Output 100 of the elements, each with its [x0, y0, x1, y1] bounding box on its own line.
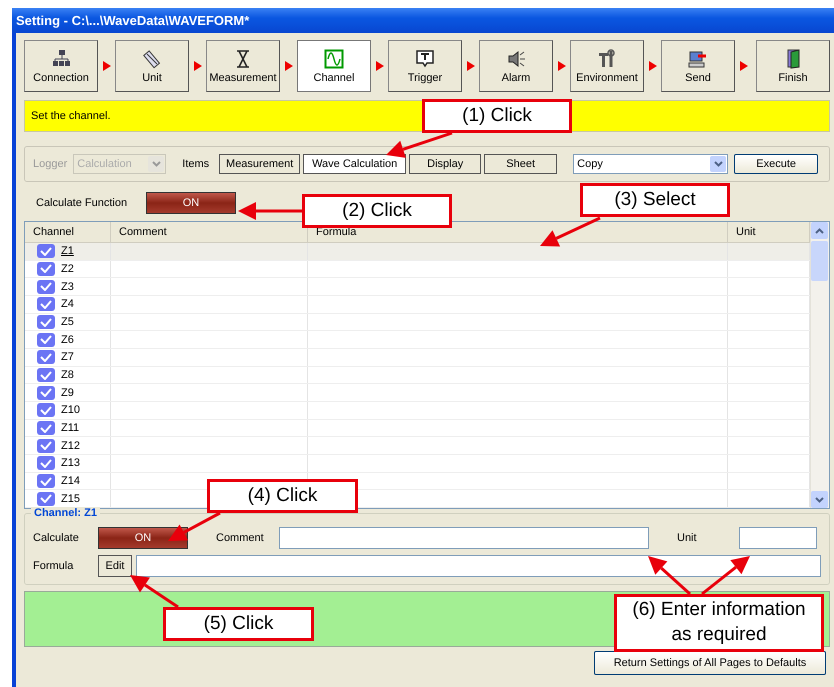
step-button[interactable]: Measurement — [206, 40, 280, 92]
table-row[interactable]: Z12 — [25, 437, 810, 456]
checkbox[interactable] — [37, 350, 55, 364]
step-button[interactable]: Trigger — [388, 40, 462, 92]
next-arrow-icon — [558, 61, 566, 71]
next-arrow-icon — [466, 61, 474, 71]
channel-cell: Z15 — [61, 492, 80, 505]
checkbox[interactable] — [37, 386, 55, 400]
calculate-toggle[interactable]: ON — [98, 527, 188, 549]
scroll-up-icon — [815, 228, 824, 234]
checkbox[interactable] — [37, 315, 55, 329]
unit-field[interactable] — [739, 527, 817, 549]
next-arrow-icon — [194, 61, 202, 71]
step-button[interactable]: Unit — [115, 40, 189, 92]
step-button[interactable]: Alarm — [479, 40, 553, 92]
table-row[interactable]: Z8 — [25, 366, 810, 384]
step-button[interactable]: Send — [661, 40, 735, 92]
channel-cell: Z8 — [61, 369, 74, 382]
dropdown-caret-icon — [152, 161, 161, 167]
hourglass-icon — [236, 50, 250, 68]
reset-defaults-button[interactable]: Return Settings of All Pages to Defaults — [594, 651, 826, 675]
checkbox[interactable] — [37, 421, 55, 436]
hint-text: Set the channel. — [31, 110, 111, 122]
checkbox[interactable] — [37, 244, 55, 258]
calculate-function-label: Calculate Function — [36, 197, 128, 209]
table-row[interactable]: Z1 — [25, 242, 810, 261]
logger-label: Logger — [33, 158, 68, 170]
table-row[interactable]: Z2 — [25, 260, 810, 278]
callout-arrow — [130, 575, 179, 608]
items-tab[interactable]: Sheet — [484, 154, 558, 174]
next-arrow-icon — [284, 61, 292, 71]
channel-cell: Z13 — [61, 457, 80, 470]
step-button[interactable]: Environment — [570, 40, 644, 92]
checkbox[interactable] — [37, 262, 55, 276]
execute-button[interactable]: Execute — [734, 154, 818, 174]
channel-cell: Z14 — [61, 475, 80, 488]
wave-icon — [324, 49, 344, 68]
channel-cell: Z1 — [61, 245, 74, 258]
callout-arrow — [648, 556, 691, 596]
channel-cell: Z3 — [61, 280, 74, 293]
action-dropdown[interactable]: Copy — [573, 154, 728, 174]
calculate-function-toggle[interactable]: ON — [146, 192, 236, 214]
edit-button[interactable]: Edit — [98, 555, 132, 577]
scroll-down-icon — [815, 496, 824, 502]
checkbox[interactable] — [37, 492, 55, 506]
checkbox[interactable] — [37, 280, 55, 294]
channel-cell: Z7 — [61, 351, 74, 364]
comment-label: Comment — [216, 532, 265, 544]
checkbox[interactable] — [37, 332, 55, 347]
callout-arrow — [238, 202, 302, 220]
table-row[interactable]: Z3 — [25, 278, 810, 296]
trigger-icon — [416, 50, 434, 67]
callout-label: (4) Click — [207, 479, 358, 513]
channel-cell: Z4 — [61, 298, 74, 310]
table-row[interactable]: Z13 — [25, 455, 810, 473]
items-tab[interactable]: Measurement — [219, 154, 300, 174]
table-row[interactable]: Z7 — [25, 349, 810, 367]
step-button[interactable]: Channel — [297, 40, 371, 92]
channel-cell: Z12 — [61, 440, 80, 452]
table-row[interactable]: Z10 — [25, 402, 810, 420]
formula-field[interactable] — [136, 555, 821, 577]
channel-cell: Z2 — [61, 262, 74, 275]
table-row[interactable]: Z11 — [25, 420, 810, 438]
items-tab[interactable]: Wave Calculation — [303, 154, 406, 174]
table-row[interactable]: Z6 — [25, 331, 810, 350]
comment-field[interactable] — [279, 527, 649, 549]
callout-arrow — [540, 216, 601, 247]
next-arrow-icon — [102, 61, 110, 71]
next-arrow-icon — [376, 61, 384, 71]
checkbox[interactable] — [37, 438, 55, 453]
table-row[interactable]: Z5 — [25, 314, 810, 332]
network-icon — [53, 50, 70, 66]
channel-cell: Z10 — [61, 404, 80, 416]
scrollbar[interactable] — [810, 222, 829, 508]
checkbox[interactable] — [37, 403, 55, 418]
callout-arrow — [386, 132, 452, 158]
group-title: Channel: Z1 — [31, 507, 100, 519]
checkbox[interactable] — [37, 456, 55, 470]
formula-label: Formula — [33, 560, 74, 572]
checkbox[interactable] — [37, 297, 55, 312]
column-header[interactable]: Channel — [25, 222, 111, 242]
callout-label: (6) Enter information as required — [614, 594, 824, 652]
checkbox[interactable] — [37, 368, 55, 382]
dropdown-caret-icon — [714, 161, 723, 167]
step-button[interactable]: Connection — [24, 40, 98, 92]
table-row[interactable]: Z9 — [25, 384, 810, 402]
next-arrow-icon — [648, 61, 656, 71]
speaker-icon — [508, 50, 526, 67]
channel-cell: Z5 — [61, 316, 74, 328]
computer-icon — [688, 51, 706, 67]
callout-label: (5) Click — [163, 607, 314, 641]
finish-button[interactable]: Finish — [756, 40, 830, 92]
callout-arrow — [701, 556, 750, 596]
callout-label: (3) Select — [580, 183, 730, 217]
table-row[interactable]: Z4 — [25, 296, 810, 314]
channel-cell: Z6 — [61, 334, 74, 346]
checkbox[interactable] — [37, 474, 55, 488]
scroll-thumb[interactable] — [811, 241, 828, 281]
items-label: Items — [182, 158, 210, 170]
items-tab[interactable]: Display — [409, 154, 482, 174]
